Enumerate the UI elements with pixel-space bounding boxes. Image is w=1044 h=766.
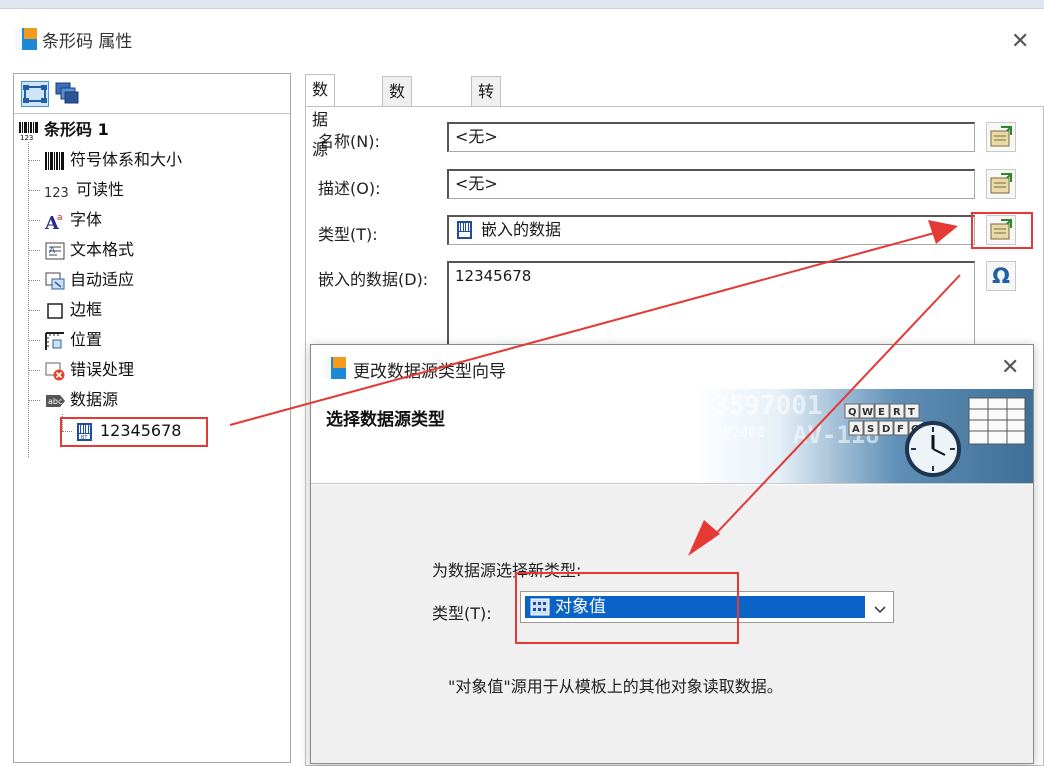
annotation-arrow-line (229, 231, 939, 426)
annotation-arrow-line (709, 274, 961, 541)
annotation-arrowhead (688, 520, 720, 556)
annotation-arrowhead (928, 220, 958, 244)
tab-datasource[interactable]: 数据源 (305, 74, 336, 159)
annotation-arrows (229, 220, 961, 556)
